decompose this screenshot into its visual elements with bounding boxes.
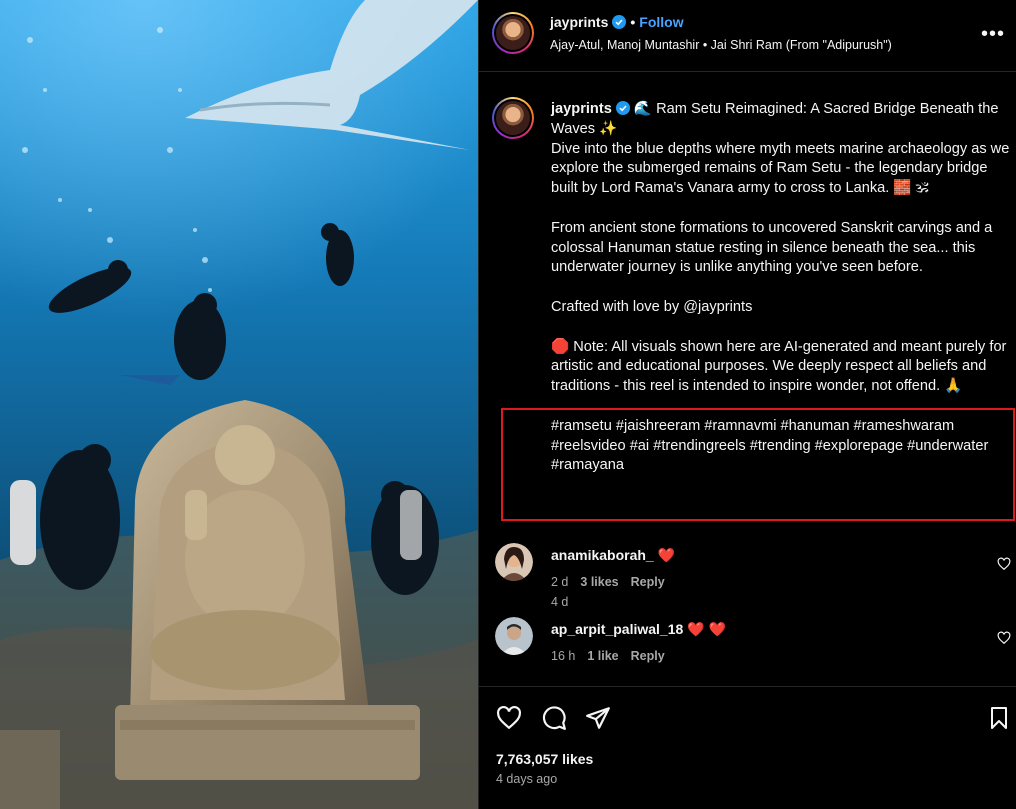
- comment-heart-icon[interactable]: [997, 631, 1011, 645]
- heart-icon[interactable]: [496, 705, 522, 731]
- comment-username[interactable]: anamikaborah_: [551, 547, 654, 563]
- caption-paragraph-1: Dive into the blue depths where myth mee…: [551, 140, 1010, 197]
- audio-track-link[interactable]: Ajay-Atul, Manoj Muntashir • Jai Shri Ra…: [550, 38, 892, 52]
- post-media[interactable]: [0, 0, 478, 809]
- comment-likes[interactable]: 1 like: [587, 649, 618, 663]
- comment-likes[interactable]: 3 likes: [580, 575, 618, 589]
- caption-paragraph-3: Crafted with love by @jayprints: [551, 298, 753, 315]
- post-detail-panel: jayprints • Follow Ajay-Atul, Manoj Muntas…: [478, 0, 1016, 809]
- note-highlight-box: [501, 408, 1015, 521]
- comment-icon[interactable]: [541, 705, 567, 731]
- commenter-avatar[interactable]: [495, 543, 533, 581]
- bookmark-icon[interactable]: [987, 705, 1011, 731]
- verified-badge-icon: [615, 101, 630, 115]
- comment-item: ap_arpit_paliwal_18 ❤️ ❤️ 16 h 1 like Reply: [479, 617, 1016, 677]
- author-name-row: jayprints • Follow: [550, 14, 684, 30]
- commenter-avatar[interactable]: [495, 617, 533, 655]
- author-avatar[interactable]: [492, 12, 534, 54]
- verified-badge-icon: [612, 15, 627, 29]
- comment-text: ❤️ ❤️: [687, 621, 727, 637]
- post-actions: 7,763,057 likes 4 days ago: [479, 686, 1016, 809]
- comment-username[interactable]: ap_arpit_paliwal_18: [551, 621, 683, 637]
- comment-time: 16 h: [551, 649, 576, 663]
- reply-button[interactable]: Reply: [631, 575, 665, 589]
- underwater-statue-image: [0, 0, 478, 809]
- caption-note: 🛑 Note: All visuals shown here are AI-ge…: [551, 338, 1007, 395]
- post-header: jayprints • Follow Ajay-Atul, Manoj Muntas…: [479, 0, 1016, 72]
- caption-author-avatar[interactable]: [492, 97, 534, 139]
- comment-text: ❤️: [657, 547, 676, 563]
- follow-button[interactable]: Follow: [639, 14, 683, 30]
- post-date: 4 days ago: [496, 772, 558, 786]
- comment-meta: 16 h 1 like Reply: [551, 649, 677, 663]
- comment-item: anamikaborah_ ❤️ 2 d 3 likes Reply: [479, 543, 1016, 603]
- caption-username[interactable]: jayprints: [551, 101, 612, 117]
- author-username[interactable]: jayprints: [550, 14, 608, 30]
- comment-meta: 2 d 3 likes Reply: [551, 575, 677, 589]
- comment-author-row: anamikaborah_ ❤️: [551, 547, 675, 564]
- separator-dot: •: [630, 14, 636, 30]
- caption-paragraph-2: From ancient stone formations to uncover…: [551, 219, 993, 276]
- likes-count[interactable]: 7,763,057 likes: [496, 751, 593, 767]
- reply-button[interactable]: Reply: [631, 649, 665, 663]
- more-options-icon[interactable]: •••: [981, 24, 1005, 44]
- comment-time: 2 d: [551, 575, 569, 589]
- comment-heart-icon[interactable]: [997, 557, 1011, 571]
- share-icon[interactable]: [585, 705, 611, 731]
- comment-author-row: ap_arpit_paliwal_18 ❤️ ❤️: [551, 621, 726, 638]
